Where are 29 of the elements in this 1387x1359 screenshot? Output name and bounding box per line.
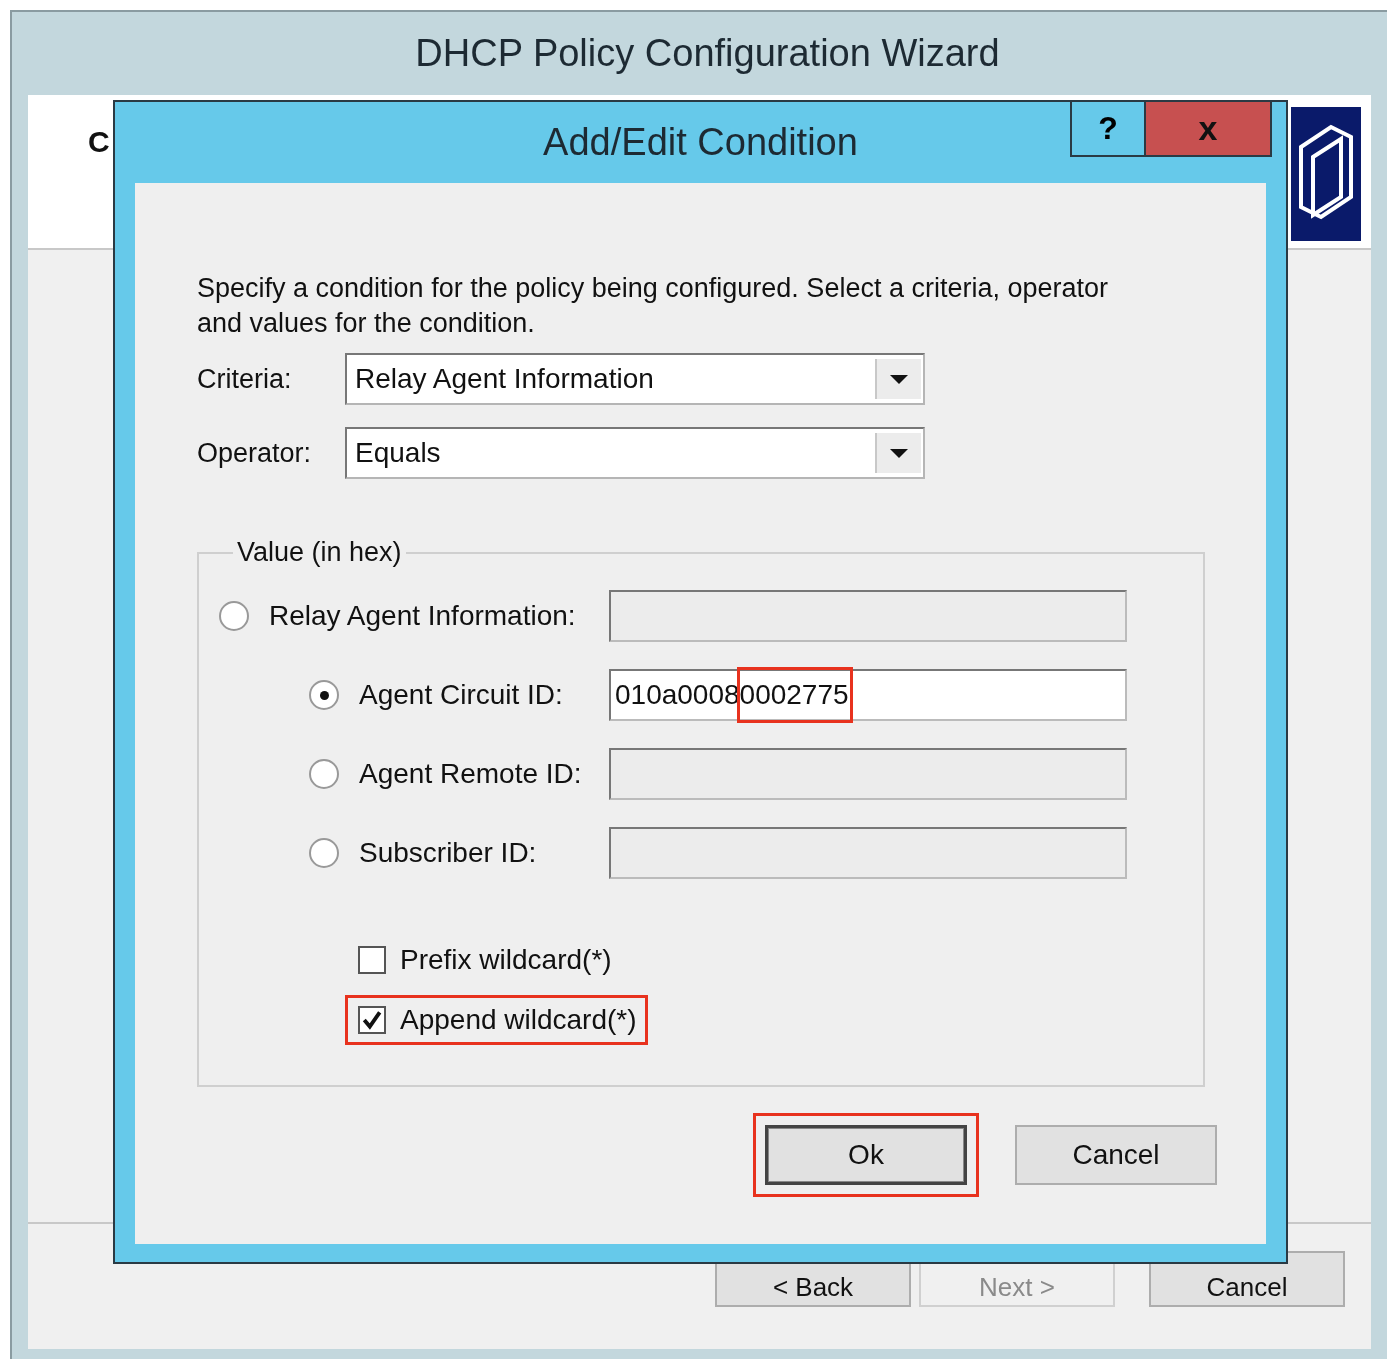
description-text: Specify a condition for the policy being configured. Select a criteria, operator and values for the condition. [197,272,1109,340]
radio-button[interactable] [219,601,249,631]
field-label: Criteria: [197,363,293,395]
option-label: Agent Remote ID: [359,758,582,790]
window-title: DHCP Policy Configuration Wizard [414,31,1001,76]
field-label: Operator: [197,437,313,469]
dialog-button[interactable]: Ok [765,1125,967,1185]
radio-button[interactable] [309,680,339,710]
dialog-button[interactable]: Cancel [1015,1125,1217,1185]
checkbox[interactable] [358,946,386,974]
radio-button[interactable] [309,759,339,789]
pages-icon [1291,107,1361,241]
checkbox-option[interactable]: Prefix wildcard(*) [345,935,623,985]
group-legend: Value (in hex) [233,537,406,568]
help-button[interactable]: ? [1070,100,1146,157]
dialog-title: Add/Edit Condition [543,121,858,164]
checkbox[interactable] [358,1006,386,1034]
option-label: Relay Agent Information: [269,600,576,632]
value-field[interactable] [609,827,1127,879]
option-label: Subscriber ID: [359,837,537,869]
value-field[interactable] [609,748,1127,800]
option-label: Agent Circuit ID: [359,679,563,711]
dropdown-field[interactable]: Relay Agent Information [345,353,925,405]
radio-button[interactable] [309,838,339,868]
checkbox-option[interactable]: Append wildcard(*) [345,995,648,1045]
close-button[interactable]: x [1146,100,1272,157]
value-field[interactable] [609,590,1127,642]
dropdown-field[interactable]: Equals [345,427,925,479]
header-title: C [88,125,110,159]
